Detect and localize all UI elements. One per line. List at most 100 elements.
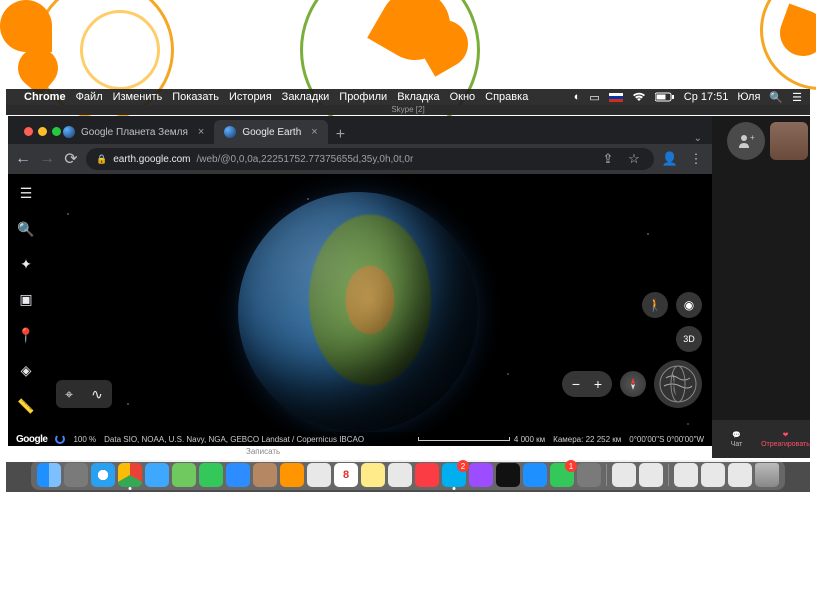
zoom-out-button[interactable]: −: [566, 374, 586, 394]
add-participant-button[interactable]: +: [727, 122, 765, 160]
projects-icon[interactable]: ▣: [16, 290, 36, 309]
menu-edit[interactable]: Изменить: [113, 91, 163, 103]
close-tab-icon[interactable]: ×: [198, 126, 204, 138]
forward-button: →: [38, 150, 56, 168]
fly-to-chips: ⌖ ∿: [56, 380, 112, 408]
close-tab-icon[interactable]: ×: [311, 126, 317, 138]
earth-statusbar: Google 100 % Data SIO, NOAA, U.S. Navy, …: [8, 432, 712, 446]
dock-item-photobooth[interactable]: [577, 463, 601, 487]
dock-item-facetime[interactable]: 1: [550, 463, 574, 487]
active-app-name[interactable]: Chrome: [24, 91, 66, 103]
flag-icon[interactable]: [609, 93, 623, 102]
wifi-icon[interactable]: [632, 92, 646, 102]
dock-item-screenshot3[interactable]: [728, 463, 752, 487]
screen-mirroring-icon[interactable]: ▭: [589, 91, 599, 104]
menu-icon[interactable]: ☰: [16, 184, 36, 203]
dock-item-screenshot1[interactable]: [674, 463, 698, 487]
menu-tab[interactable]: Вкладка: [397, 91, 439, 103]
address-bar[interactable]: 🔒 earth.google.com/web/@0,0,0a,22251752.…: [86, 148, 654, 170]
tab-google-earth-en[interactable]: Google Earth ×: [214, 120, 327, 144]
earth-sidebar: ☰ 🔍 ✦ ▣ 📍 ◈ 📏: [8, 174, 44, 416]
dock-item-reminders[interactable]: [307, 463, 331, 487]
location-pin-icon[interactable]: ⌖: [65, 386, 73, 403]
3d-toggle-button[interactable]: 3D: [676, 326, 702, 352]
spotlight-icon[interactable]: 🔍: [769, 91, 783, 104]
dock-item-calendar[interactable]: 8: [334, 463, 358, 487]
saved-pin-icon[interactable]: 📍: [16, 326, 36, 345]
new-tab-button[interactable]: +: [328, 126, 353, 144]
macos-menubar: Chrome Файл Изменить Показать История За…: [6, 89, 810, 105]
dock-item-contacts[interactable]: [253, 463, 277, 487]
reload-button[interactable]: ⟳: [62, 150, 80, 168]
react-button[interactable]: ❤ Отреагировать: [761, 420, 810, 458]
pegman-button[interactable]: 🚶: [642, 292, 668, 318]
dock-item-appstore[interactable]: [523, 463, 547, 487]
earth-favicon: [63, 126, 75, 138]
dock-item-photos[interactable]: [280, 463, 304, 487]
fullscreen-window-button[interactable]: [52, 127, 61, 136]
profile-avatar-icon[interactable]: 👤: [660, 149, 680, 169]
skype-call-toolbar: 💬 Чат ❤ Отреагировать: [712, 420, 810, 458]
dock-item-zoom[interactable]: [226, 463, 250, 487]
menu-file[interactable]: Файл: [76, 91, 103, 103]
loading-spinner-icon: [55, 434, 65, 444]
earth-globe[interactable]: [238, 192, 478, 432]
menu-history[interactable]: История: [229, 91, 272, 103]
menu-view[interactable]: Показать: [172, 91, 219, 103]
clock[interactable]: Ср 17:51: [684, 91, 729, 103]
google-earth-viewport[interactable]: ☰ 🔍 ✦ ▣ 📍 ◈ 📏 ⌖ ∿ 🚶 ◉ 3D − +: [8, 174, 712, 446]
menu-bookmarks[interactable]: Закладки: [282, 91, 330, 103]
dock-item-skype[interactable]: 2: [442, 463, 466, 487]
participant-video-thumbnail[interactable]: [770, 122, 808, 160]
battery-icon[interactable]: [655, 92, 675, 102]
close-window-button[interactable]: [24, 127, 33, 136]
lock-icon[interactable]: 🔒: [96, 154, 107, 165]
minimize-window-button[interactable]: [38, 127, 47, 136]
dock-item-messages[interactable]: [199, 463, 223, 487]
chrome-menu-icon[interactable]: ⋮: [686, 149, 706, 169]
menu-help[interactable]: Справка: [485, 91, 528, 103]
zoom-in-button[interactable]: +: [588, 374, 608, 394]
control-center-icon[interactable]: ☰: [792, 91, 802, 104]
load-progress: 100 %: [73, 435, 96, 444]
dock-item-numbers-doc[interactable]: [639, 463, 663, 487]
voyager-wheel-icon[interactable]: ✦: [16, 255, 36, 274]
dock-item-maps[interactable]: [172, 463, 196, 487]
menu-window[interactable]: Окно: [450, 91, 476, 103]
zoom-control: − +: [562, 371, 612, 397]
layers-icon[interactable]: ◈: [16, 361, 36, 380]
user-name[interactable]: Юля: [737, 91, 760, 103]
random-icon[interactable]: ∿: [91, 386, 103, 403]
dock-item-podcasts[interactable]: [469, 463, 493, 487]
share-icon[interactable]: ⇪: [598, 149, 618, 169]
tab-search-button[interactable]: ⌄: [694, 133, 702, 144]
ruler-icon[interactable]: 📏: [16, 397, 36, 416]
dock-item-trash[interactable]: [755, 463, 779, 487]
dock-item-music[interactable]: [415, 463, 439, 487]
badge: 1: [565, 460, 577, 472]
overview-globe[interactable]: [654, 360, 702, 408]
back-button[interactable]: ←: [14, 150, 32, 168]
dock-item-chrome[interactable]: [118, 463, 142, 487]
dock-item-pages-doc[interactable]: [612, 463, 636, 487]
dock-item-safari[interactable]: [91, 463, 115, 487]
earth-favicon: [224, 126, 236, 138]
heart-icon: ❤: [783, 431, 789, 439]
dock-item-screenshot2[interactable]: [701, 463, 725, 487]
dock-item-finder[interactable]: [37, 463, 61, 487]
dock-item-mail[interactable]: [145, 463, 169, 487]
url-host: earth.google.com: [113, 154, 190, 165]
chat-button[interactable]: 💬 Чат: [712, 420, 761, 458]
look-around-button[interactable]: ◉: [676, 292, 702, 318]
dock-item-preview[interactable]: [388, 463, 412, 487]
bookmark-star-icon[interactable]: ☆: [624, 149, 644, 169]
dock-item-notes[interactable]: [361, 463, 385, 487]
menu-profiles[interactable]: Профили: [339, 91, 387, 103]
compass-button[interactable]: [620, 371, 646, 397]
tab-google-earth-ru[interactable]: Google Планета Земля ×: [53, 120, 214, 144]
do-not-disturb-icon[interactable]: ◐: [574, 91, 581, 103]
dock-item-launchpad[interactable]: [64, 463, 88, 487]
dock-item-appletv[interactable]: [496, 463, 520, 487]
tab-label: Google Планета Земля: [81, 127, 188, 138]
search-icon[interactable]: 🔍: [16, 219, 36, 238]
